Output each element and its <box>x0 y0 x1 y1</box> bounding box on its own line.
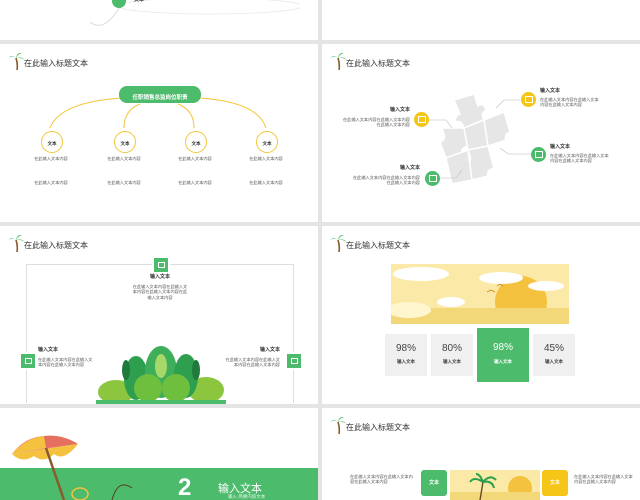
stat-card-3[interactable]: 98% 输入文本 <box>477 328 529 382</box>
item-1-heading: 输入文本 <box>389 107 410 113</box>
slide-4[interactable]: 在此输入标题文本 输入文本 在此输入文本内容在此输入文本内容在此输入文本内容 输… <box>322 44 640 222</box>
slide-6[interactable]: 在此输入标题文本 98% 输入文本 80% 输入文本 98% 输入文本 45% … <box>322 226 640 404</box>
node-label: 文本 <box>191 141 201 146</box>
text-box-2[interactable]: 文本 <box>542 470 568 496</box>
item-4-body: 在此输入文本内容在此输入文本内容在此输入文本内容 <box>550 153 609 164</box>
palm-tree-icon <box>331 416 347 434</box>
right-text: 在此输入文本内容在此输入文本内容在此输入文本内容 <box>574 474 633 485</box>
left-text: 在此输入文本内容在此输入文本内容在此输入文本内容 <box>350 474 413 485</box>
slide-title: 在此输入标题文本 <box>346 423 410 432</box>
palm-tree-icon <box>9 234 25 252</box>
slide-2[interactable] <box>322 0 640 40</box>
stat-value: 45% <box>543 343 564 354</box>
node-label: 文本 <box>120 141 130 146</box>
stat-value: 98% <box>492 342 513 353</box>
stat-label: 输入文本 <box>397 359 415 364</box>
node-label: 文本 <box>47 141 57 146</box>
root-label: 任职销售总监岗位职责 <box>132 95 188 101</box>
curve-decoration <box>111 484 133 500</box>
section-subtitle: 输入 简要内容文本 <box>228 494 266 499</box>
slide-5[interactable]: 在此输入标题文本 输入文本 在此输入文本内容在此输入文本内容在此输入文本内容在此… <box>0 226 318 404</box>
item-right-heading: 输入文本 <box>259 347 280 353</box>
node-2: 文本 <box>114 131 136 153</box>
section-number: 2 <box>178 474 192 500</box>
stat-label: 输入文本 <box>545 359 563 364</box>
window-icon <box>25 358 32 364</box>
item-top-heading: 输入文本 <box>149 274 170 280</box>
fragment-text: 文本 <box>134 0 145 3</box>
node-2-text-1: 在此输入文本内容 <box>107 156 141 161</box>
item-right-body: 在此输入文本内容在此输入文本内容在此输入文本内容 <box>225 357 280 368</box>
window-icon <box>418 116 426 123</box>
window-icon <box>535 151 543 158</box>
right-icon-box <box>285 352 303 370</box>
node-label: 文本 <box>262 141 272 146</box>
palm-tree-icon <box>331 234 347 252</box>
left-icon-box <box>19 352 37 370</box>
node-3: 文本 <box>185 131 207 153</box>
node-4-text-2: 在此输入文本内容 <box>249 180 283 185</box>
item-2-icon <box>521 92 536 107</box>
stat-value: 80% <box>441 343 462 354</box>
item-2-body: 在此输入文本内容在此输入文本内容在此输入文本内容 <box>540 97 599 108</box>
beach-umbrella-icon <box>12 435 89 500</box>
node-3-text-1: 在此输入文本内容 <box>178 156 212 161</box>
callout-lines <box>428 99 532 179</box>
node-1: 文本 <box>41 131 63 153</box>
item-4-icon <box>531 147 546 162</box>
item-top-body: 在此输入文本内容在此输入文本内容在此输入文本内容在此输入文本内容 <box>132 284 188 300</box>
window-icon <box>158 262 165 268</box>
stat-label: 输入文本 <box>443 359 461 364</box>
item-left-body: 在此输入文本内容在此输入文本内容在此输入文本内容 <box>38 357 93 368</box>
stat-card-4[interactable]: 45% 输入文本 <box>533 334 575 376</box>
stat-value: 98% <box>395 343 416 354</box>
slide-3[interactable]: 在此输入标题文本 任职销售总监岗位职责 文本 文本 文本 文本 在此输入文本内容… <box>0 44 318 222</box>
item-1-body: 在此输入文本内容在此输入文本内容在此输入文本内容 <box>342 117 410 128</box>
item-left-heading: 输入文本 <box>38 347 59 353</box>
item-3-icon <box>425 171 440 186</box>
window-icon <box>525 96 533 103</box>
stat-card-1[interactable]: 98% 输入文本 <box>385 334 427 376</box>
item-4-heading: 输入文本 <box>550 144 571 150</box>
slide-1[interactable]: 文本 <box>0 0 318 40</box>
node-4: 文本 <box>256 131 278 153</box>
node-3-text-2: 在此输入文本内容 <box>178 180 212 185</box>
plants-illustration <box>96 346 226 404</box>
node-4-text-1: 在此输入文本内容 <box>249 156 283 161</box>
node-2-text-2: 在此输入文本内容 <box>107 180 141 185</box>
item-1-icon <box>414 112 429 127</box>
slide-8[interactable]: 在此输入标题文本 在此输入文本内容在此输入文本内容在此输入文本内容 文本 文本 … <box>322 408 640 500</box>
text-box-1[interactable]: 文本 <box>421 470 447 496</box>
slide-title: 在此输入标题文本 <box>24 241 88 250</box>
box-label: 文本 <box>428 480 439 486</box>
slide-title: 在此输入标题文本 <box>346 241 410 250</box>
top-icon-box <box>152 256 170 274</box>
sunset-illustration <box>391 264 569 324</box>
item-2-heading: 输入文本 <box>540 88 561 94</box>
window-icon <box>429 175 437 182</box>
root-node: 任职销售总监岗位职责 <box>119 86 201 103</box>
window-icon <box>291 358 298 364</box>
curve-decoration <box>89 0 300 26</box>
stat-label: 输入文本 <box>494 359 512 364</box>
beach-illustration <box>450 470 540 500</box>
node-1-text-1: 在此输入文本内容 <box>34 156 68 161</box>
item-3-heading: 输入文本 <box>399 165 420 171</box>
box-label: 文本 <box>549 480 560 486</box>
stat-card-2[interactable]: 80% 输入文本 <box>431 334 473 376</box>
slide-7[interactable]: 2 输入文本 输入 简要内容文本 <box>0 408 318 500</box>
item-3-body: 在此输入文本内容在此输入文本内容在此输入文本内容 <box>352 175 420 186</box>
node-1-text-2: 在此输入文本内容 <box>34 180 68 185</box>
